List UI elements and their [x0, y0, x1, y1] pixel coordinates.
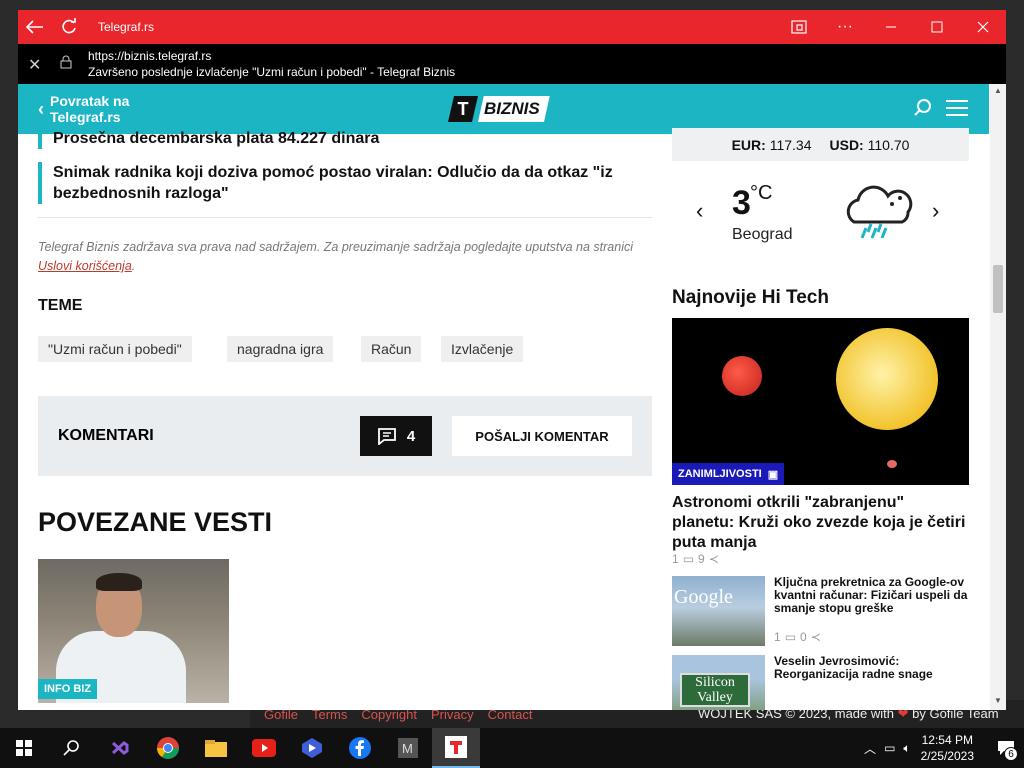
browser-window: Telegraf.rs ··· ✕ https://biznis.telegra… [18, 10, 1006, 710]
comments-count-button[interactable]: 4 [360, 416, 432, 456]
article-title[interactable]: Veselin Jevrosimović: Reorganizacija rad… [774, 655, 974, 681]
article-meta: 1 ▭ 9 ≺ [672, 552, 719, 566]
youtube-icon[interactable] [240, 728, 288, 768]
headline-link[interactable]: Snimak radnika koji doziva pomoć postao … [38, 162, 638, 204]
visual-studio-icon[interactable] [96, 728, 144, 768]
article-card[interactable]: Silicon Valley Veselin Jevrosimović: Reo… [672, 655, 969, 710]
maximize-icon[interactable] [914, 10, 960, 44]
app-icon[interactable] [776, 10, 822, 44]
minimize-icon[interactable] [868, 10, 914, 44]
article-card[interactable]: Google Ključna prekretnica za Google-ov … [672, 576, 969, 646]
scroll-down-icon[interactable]: ▼ [994, 696, 1002, 705]
title-bar: Telegraf.rs ··· [18, 10, 1006, 44]
section-title: Najnovije Hi Tech [672, 287, 829, 308]
divider [38, 217, 652, 218]
close-icon[interactable]: ✕ [28, 55, 41, 75]
facebook-icon[interactable] [336, 728, 384, 768]
taskbar: M ︿ ▭ 🔈︎ 12:54 PM 2/25/2023 6 [0, 728, 1024, 768]
notifications-icon[interactable]: 6 [988, 728, 1024, 768]
refresh-icon[interactable] [52, 10, 86, 44]
chevron-left-icon: ‹ [38, 99, 44, 119]
site-header: ‹ Povratak na Telegraf.rs T BIZNIS [18, 84, 989, 134]
video-icon: ▣ [767, 468, 779, 481]
rights-notice: Telegraf Biznis zadržava sva prava nad s… [38, 240, 633, 273]
system-tray: ︿ ▭ 🔈︎ 12:54 PM 2/25/2023 6 [864, 728, 1024, 768]
comments-box: KOMENTARI 4 POŠALJI KOMENTAR [38, 396, 652, 476]
share-icon[interactable]: ≺ [709, 552, 719, 566]
site-logo[interactable]: T BIZNIS [448, 96, 558, 122]
scrollbar[interactable]: ▲ ▼ [990, 84, 1006, 710]
chevron-right-icon[interactable]: › [932, 198, 939, 224]
window-title: Telegraf.rs [98, 20, 155, 34]
file-explorer-icon[interactable] [192, 728, 240, 768]
comment-icon: ▭ [784, 630, 797, 644]
address-bar: ✕ https://biznis.telegraf.rs Završeno po… [18, 44, 1006, 84]
chevron-up-icon[interactable]: ︿ [864, 740, 876, 757]
menu-icon[interactable] [946, 100, 968, 121]
chevron-left-icon[interactable]: ‹ [696, 198, 703, 224]
url-text[interactable]: https://biznis.telegraf.rs [88, 49, 211, 63]
share-icon[interactable]: ≺ [811, 630, 821, 644]
topic-tag[interactable]: "Uzmi račun i pobedi" [38, 336, 192, 362]
chrome-icon[interactable] [144, 728, 192, 768]
scroll-up-icon[interactable]: ▲ [994, 86, 1002, 95]
category-badge: ZANIMLJIVOSTI ▣ [672, 463, 785, 485]
website: ‹ Povratak na Telegraf.rs T BIZNIS Proseč… [18, 84, 990, 710]
featured-article-image[interactable]: ZANIMLJIVOSTI ▣ [672, 318, 969, 485]
category-badge: INFO BIZ [38, 679, 98, 699]
close-window-icon[interactable] [960, 10, 1006, 44]
temperature-unit: °C [750, 182, 773, 204]
more-icon[interactable]: ··· [822, 10, 868, 44]
article-thumbnail: Google [672, 576, 765, 646]
rain-cloud-icon [846, 185, 913, 239]
featured-article-title[interactable]: Astronomi otkrili "zabranjenu" planetu: … [672, 493, 969, 553]
search-icon[interactable] [913, 98, 933, 118]
page-title-text: Završeno poslednje izvlačenje "Uzmi raču… [88, 65, 456, 79]
article-meta: 1 ▭ 0 ≺ [774, 630, 821, 644]
comments-label: KOMENTARI [58, 427, 154, 444]
search-icon[interactable] [48, 728, 96, 768]
volume-icon[interactable]: 🔈︎ [903, 741, 910, 756]
telegraf-app-icon[interactable] [432, 728, 480, 768]
weather-widget: ‹ 3 °C Beograd › [672, 174, 969, 264]
back-arrow-icon[interactable] [18, 10, 52, 44]
related-article-image[interactable]: INFO BIZ [38, 559, 229, 703]
topics-label: TEME [38, 297, 83, 314]
send-comment-button[interactable]: POŠALJI KOMENTAR [452, 416, 632, 456]
back-to-telegraf-link[interactable]: ‹ Povratak na Telegraf.rs [38, 93, 129, 125]
media-player-icon[interactable] [288, 728, 336, 768]
scrollbar-thumb[interactable] [993, 265, 1003, 313]
start-icon[interactable] [0, 728, 48, 768]
lock-icon [60, 55, 72, 69]
currency-rates: EUR: 117.34 USD: 110.70 [672, 128, 969, 161]
network-icon[interactable]: ▭ [884, 741, 895, 755]
app-m-icon[interactable]: M [384, 728, 432, 768]
headline-link[interactable]: Prosečna decembarska plata 84.227 dinara [38, 128, 638, 149]
article-title[interactable]: Ključna prekretnica za Google-ov kvantni… [774, 576, 974, 615]
comment-icon: ▭ [682, 552, 695, 566]
temperature: 3 [732, 184, 751, 222]
clock[interactable]: 12:54 PM 2/25/2023 [921, 732, 974, 764]
comment-icon [377, 428, 396, 445]
article-thumbnail: Silicon Valley [672, 655, 765, 710]
terms-link[interactable]: Uslovi korišćenja [38, 259, 132, 273]
related-title: POVEZANE VESTI [38, 507, 273, 537]
topic-tag[interactable]: nagradna igra [227, 336, 334, 362]
topic-tag[interactable]: Izvlačenje [441, 336, 524, 362]
city-name: Beograd [732, 226, 793, 243]
topic-tag[interactable]: Račun [361, 336, 422, 362]
svg-text:M: M [402, 741, 413, 756]
